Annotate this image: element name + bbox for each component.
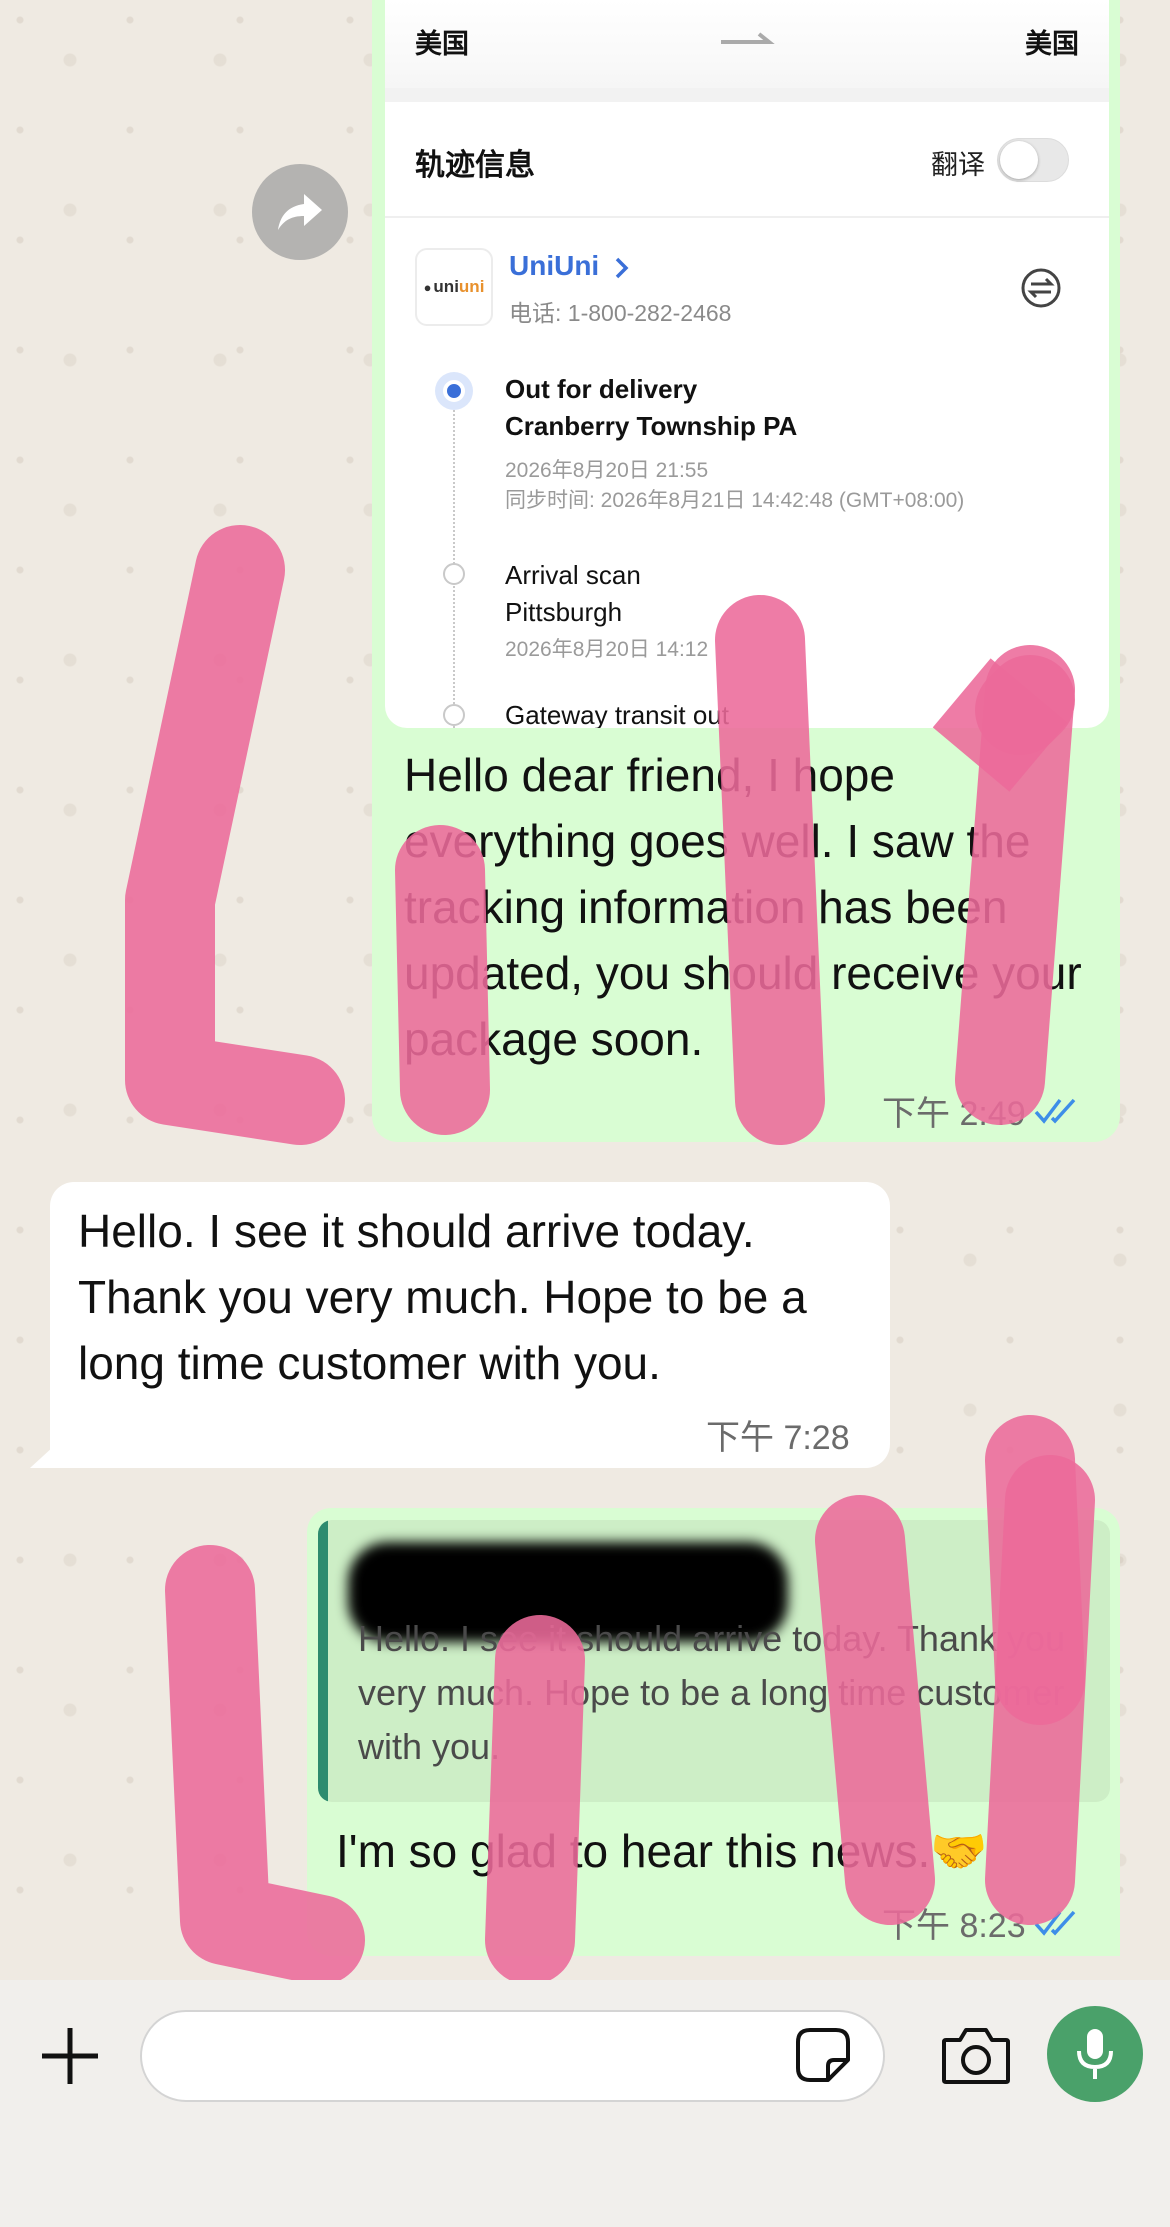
carrier-mascot-icon: ● — [423, 279, 432, 295]
message-input[interactable] — [140, 2010, 885, 2102]
translate-toggle[interactable] — [997, 138, 1069, 182]
sticker-icon[interactable] — [794, 2026, 852, 2084]
carrier-logo-text: uni — [433, 277, 459, 296]
event-time: 2026年8月20日 21:55 — [505, 459, 709, 482]
toggle-knob — [1000, 141, 1038, 179]
timeline-dot — [443, 704, 465, 726]
camera-icon[interactable] — [940, 2024, 1012, 2086]
forward-icon — [278, 194, 322, 230]
swap-icon[interactable] — [1019, 266, 1063, 310]
event-time: 2026年8月20日 14:12 — [505, 638, 709, 661]
timeline-dot — [443, 563, 465, 585]
event-location: Pittsburgh — [505, 597, 623, 627]
carrier-logo-text-accent: uni — [458, 277, 485, 296]
event-status: Gateway transit out — [505, 700, 729, 728]
divider — [385, 88, 1109, 102]
route-row: 美国 美国 — [385, 0, 1109, 88]
bubble-tail — [30, 1446, 54, 1468]
message-text: Hello dear friend, I hope everything goe… — [404, 749, 1082, 1065]
timeline-dot-active — [435, 372, 473, 410]
translate-label: 翻译 — [931, 150, 985, 180]
chevron-right-icon[interactable] — [613, 256, 631, 280]
message-meta: 下午 8:23 — [882, 1898, 1080, 1947]
carrier-phone[interactable]: 电话: 1-800-282-2468 — [509, 294, 731, 328]
divider — [385, 216, 1109, 218]
double-check-icon — [1034, 1098, 1075, 1124]
message-time: 下午 8:23 — [882, 1907, 1026, 1945]
event-status: Arrival scan — [505, 560, 641, 590]
message-time: 下午 7:28 — [706, 1419, 850, 1457]
message-time: 下午 2:49 — [882, 1095, 1026, 1133]
plus-icon[interactable] — [36, 2022, 104, 2090]
quoted-message[interactable]: Hello. I see it should arrive today. Tha… — [318, 1520, 1110, 1802]
route-arrow-icon — [721, 32, 775, 44]
route-destination: 美国 — [1025, 29, 1079, 59]
event-location: Cranberry Township PA — [505, 411, 798, 441]
forward-button[interactable] — [252, 164, 348, 260]
quoted-text: Hello. I see it should arrive today. Tha… — [358, 1618, 1066, 1767]
microphone-button[interactable] — [1047, 2006, 1143, 2102]
message-meta: 下午 7:28 — [706, 1410, 850, 1459]
message-meta: 下午 2:49 — [882, 1086, 1080, 1135]
carrier-name-link[interactable]: UniUni — [509, 250, 599, 282]
message-text: I'm so glad to hear this news.🤝 — [336, 1825, 988, 1877]
route-origin: 美国 — [415, 29, 469, 59]
microphone-icon — [1077, 2029, 1113, 2079]
message-text: Hello. I see it should arrive today. Tha… — [78, 1205, 807, 1389]
quote-bar — [318, 1520, 328, 1802]
tracking-section-title: 轨迹信息 — [415, 149, 535, 182]
tracking-card[interactable]: 美国 美国 轨迹信息 翻译 ● uni uni UniUni 电话: 1-800-2… — [385, 0, 1109, 728]
event-status: Out for delivery — [505, 374, 698, 404]
event-sync-time: 同步时间: 2026年8月21日 14:42:48 (GMT+08:00) — [505, 489, 965, 512]
carrier-logo: ● uni uni — [415, 248, 493, 326]
double-check-icon — [1034, 1910, 1075, 1936]
